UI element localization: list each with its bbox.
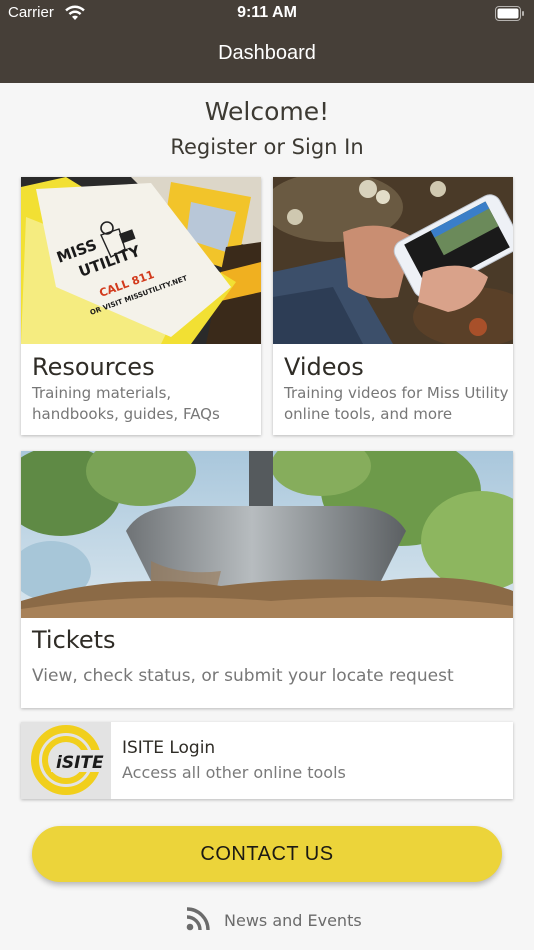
isite-logo-text: iSITE <box>56 753 104 773</box>
videos-title: Videos <box>284 353 364 381</box>
resources-desc-1: Training materials, <box>32 384 172 402</box>
clock: 9:11 AM <box>237 4 297 21</box>
videos-desc-1: Training videos for Miss Utility <box>284 384 509 402</box>
tickets-desc: View, check status, or submit your locat… <box>32 666 454 686</box>
news-and-events-label: News and Events <box>224 911 362 930</box>
nav-title: Dashboard <box>218 42 316 64</box>
videos-card[interactable]: Videos Training videos for Miss Utility … <box>273 177 513 435</box>
isite-title: ISITE Login <box>122 738 216 758</box>
resources-desc-2: handbooks, guides, FAQs <box>32 405 220 423</box>
videos-desc-2: online tools, and more <box>284 405 453 423</box>
contact-us-button[interactable]: CONTACT US <box>32 826 502 882</box>
isite-login-card[interactable]: iSITE ISITE Login Access all other onlin… <box>21 722 513 799</box>
tickets-card[interactable]: Tickets View, check status, or submit yo… <box>21 451 513 708</box>
battery-icon <box>495 6 524 21</box>
welcome-heading: Welcome! <box>204 97 330 126</box>
resources-card[interactable]: MISS UTILITY CALL 811 OR VISIT MISSUTILI… <box>21 177 261 435</box>
top-bar: Carrier 9:11 AM Dashboard <box>0 0 534 83</box>
resources-title: Resources <box>32 353 155 381</box>
resources-image: MISS UTILITY CALL 811 OR VISIT MISSUTILI… <box>21 177 261 344</box>
isite-desc: Access all other online tools <box>122 763 346 782</box>
rss-icon <box>186 907 210 931</box>
tickets-image <box>21 451 513 618</box>
register-sign-in-link[interactable]: Register or Sign In <box>0 135 534 159</box>
isite-logo: iSITE <box>21 722 111 799</box>
tickets-title: Tickets <box>32 626 116 654</box>
videos-image <box>273 177 513 344</box>
status-bar: Carrier 9:11 AM <box>0 0 534 28</box>
